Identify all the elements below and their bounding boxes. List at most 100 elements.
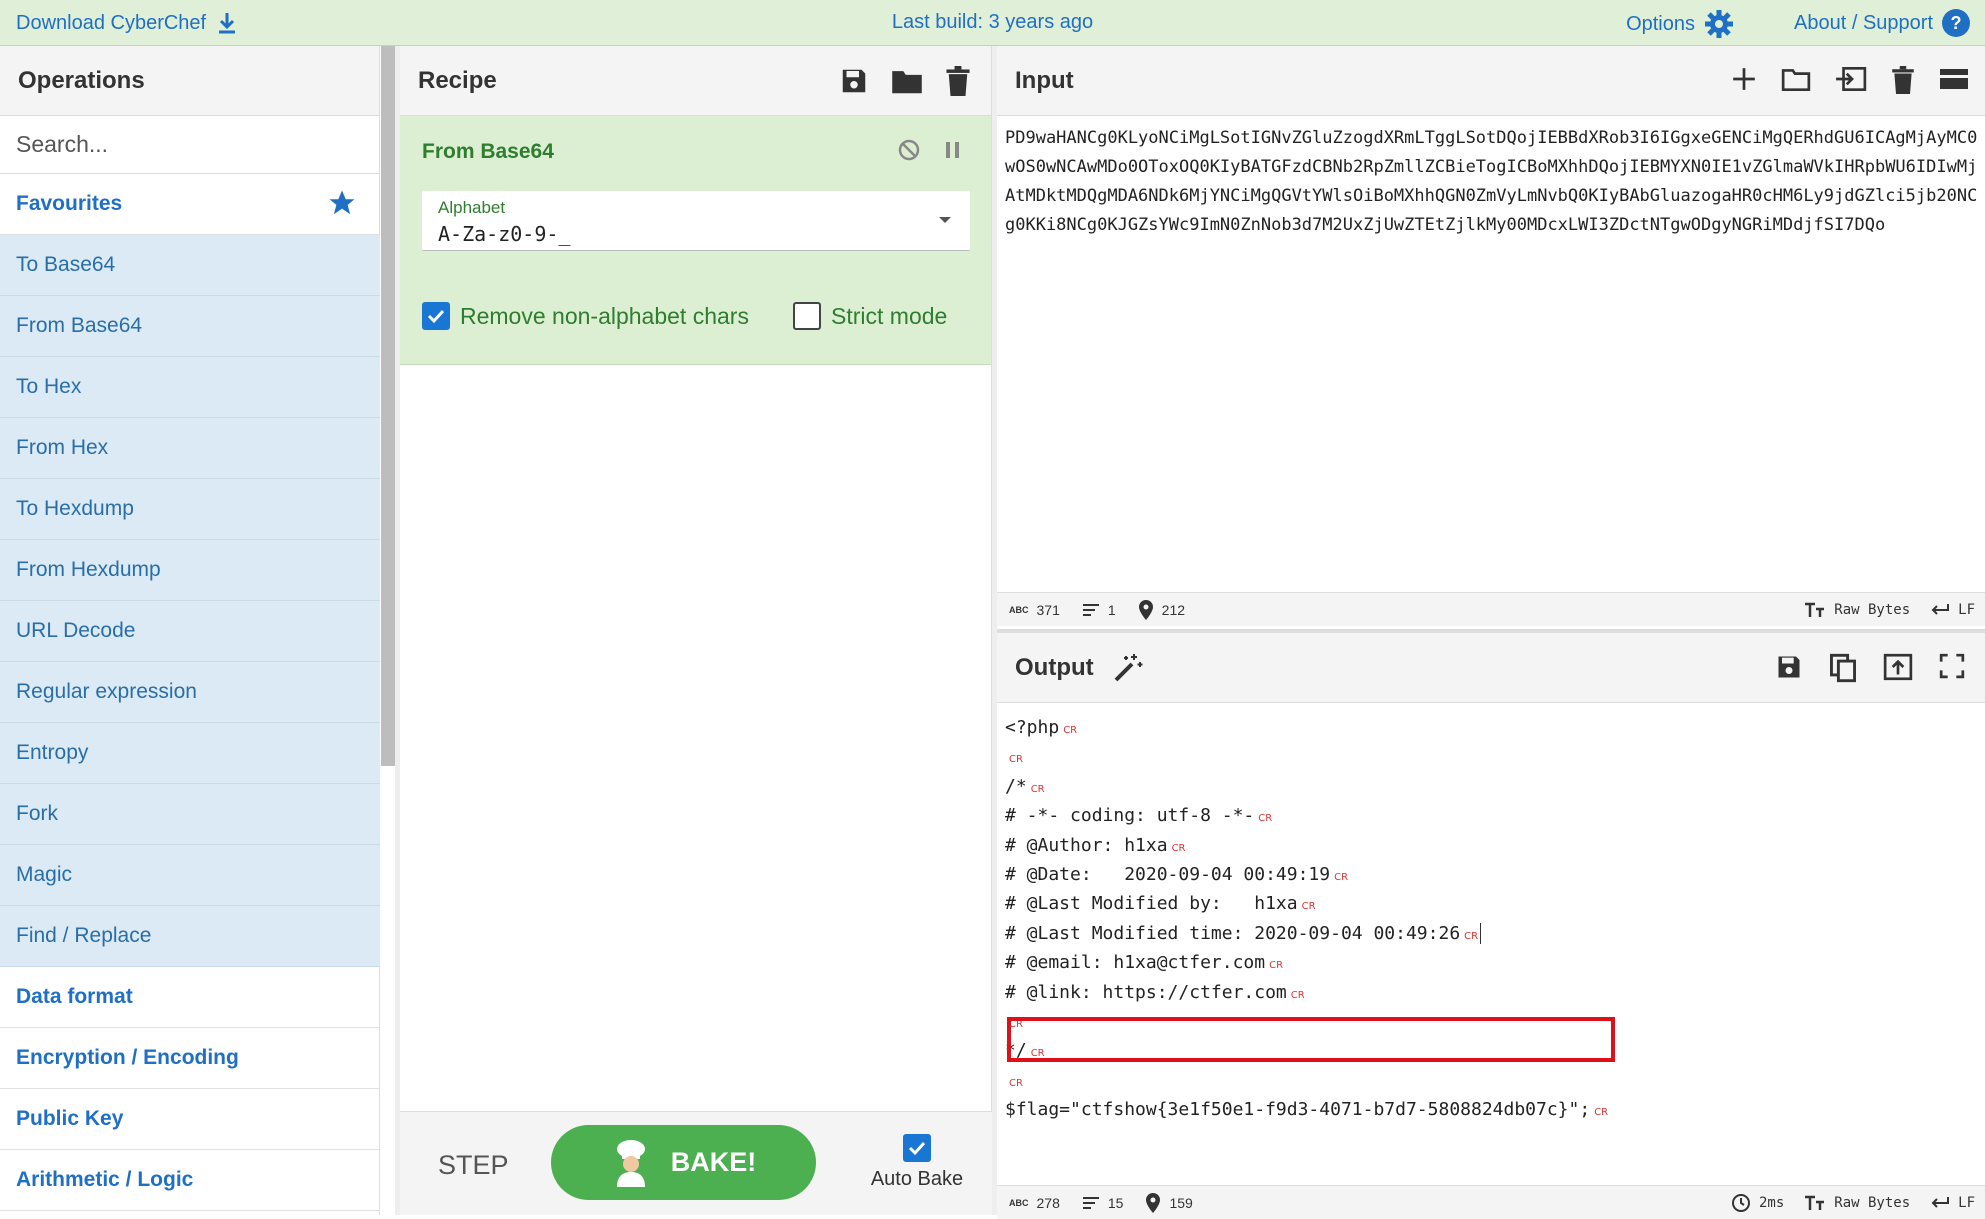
output-line: /* CR: [1005, 775, 1045, 797]
cr-marker: CR: [1464, 930, 1479, 942]
about-label: About / Support: [1794, 11, 1933, 34]
input-encoding: Raw Bytes: [1834, 601, 1911, 618]
output-lines: 15: [1107, 1194, 1124, 1211]
recipe-title: Recipe: [418, 66, 497, 94]
input-pane: Input PD9waHANCg0KLyoNCiMgLSotIGNvZGluZz…: [997, 46, 1985, 626]
open-folder-icon[interactable]: [1781, 66, 1811, 92]
cr-marker: CR: [1258, 813, 1273, 825]
input-encoding-button[interactable]: Raw Bytes: [1804, 602, 1910, 618]
save-output-icon[interactable]: [1775, 653, 1803, 681]
bake-button[interactable]: BAKE!: [551, 1125, 816, 1200]
category-data-format[interactable]: Data format: [0, 967, 379, 1028]
lines-icon: [1082, 1196, 1099, 1209]
operations-title: Operations: [0, 46, 379, 116]
op-regular-expression[interactable]: Regular expression: [0, 662, 380, 723]
recipe-operation-card[interactable]: From Base64 Alphabet A-Za-z0-9-_ Remove …: [400, 116, 991, 365]
output-line: # @link: https://ctfer.com CR: [1005, 981, 1305, 1003]
cr-marker: CR: [1030, 783, 1045, 795]
op-from-hexdump[interactable]: From Hexdump: [0, 540, 380, 601]
strict-mode-box: [793, 302, 821, 330]
output-line: # @Date: 2020-09-04 00:49:19 CR: [1005, 863, 1349, 885]
input-header: Input: [997, 46, 1985, 116]
ops-recipe-divider[interactable]: [395, 46, 400, 1215]
output-text[interactable]: <?php CR CR /* CR # -*- coding: utf-8 -*- C…: [1005, 713, 1608, 1124]
text-encoding-icon: [1805, 1195, 1825, 1210]
abc-length-icon: ABC: [1009, 1197, 1029, 1208]
download-cyberchef-link[interactable]: Download CyberChef: [16, 11, 238, 35]
cr-marker: CR: [1009, 754, 1023, 766]
alphabet-select[interactable]: Alphabet A-Za-z0-9-_: [422, 191, 970, 251]
download-icon: [219, 13, 236, 34]
cr-marker: CR: [1594, 1107, 1609, 1119]
output-eol-button[interactable]: LF: [1930, 1195, 1975, 1211]
output-header: Output: [997, 633, 1985, 703]
strict-mode-checkbox[interactable]: Strict mode: [793, 302, 947, 330]
op-find-replace[interactable]: Find / Replace: [0, 906, 380, 967]
save-recipe-icon[interactable]: [839, 66, 869, 96]
bake-label: BAKE!: [670, 1147, 757, 1177]
auto-bake-check-icon: [903, 1134, 931, 1162]
download-label: Download CyberChef: [16, 11, 207, 34]
output-line: CR: [1005, 1066, 1608, 1095]
auto-bake-checkbox[interactable]: Auto Bake: [862, 1134, 972, 1191]
cr-marker: CR: [1269, 960, 1284, 972]
load-recipe-folder-icon[interactable]: [891, 66, 923, 96]
clear-recipe-trash-icon[interactable]: [945, 66, 971, 96]
cr-marker: CR: [1171, 842, 1186, 854]
category-encryption-encoding[interactable]: Encryption / Encoding: [0, 1028, 379, 1089]
op-fork[interactable]: Fork: [0, 784, 380, 845]
output-line: # -*- coding: utf-8 -*- CR: [1005, 805, 1273, 827]
pause-operation-icon[interactable]: [943, 138, 963, 162]
alphabet-label: Alphabet: [438, 198, 506, 217]
io-panel: Input PD9waHANCg0KLyoNCiMgLSotIGNvZGluZz…: [997, 46, 1985, 1219]
operations-search-input[interactable]: Search...: [0, 116, 379, 174]
clear-input-trash-icon[interactable]: [1891, 66, 1915, 94]
output-length: 278: [1036, 1194, 1060, 1211]
output-line: # @email: h1xa@ctfer.com CR: [1005, 952, 1284, 974]
output-line: # @Last Modified time: 2020-09-04 00:49:…: [1005, 919, 1608, 948]
output-time: 2ms: [1758, 1194, 1785, 1211]
category-arithmetic-logic[interactable]: Arithmetic / Logic: [0, 1150, 379, 1211]
input-statusbar: ABC 371 1 212 Raw Bytes LF: [997, 592, 1985, 626]
input-textarea[interactable]: PD9waHANCg0KLyoNCiMgLSotIGNvZGluZzogdXRm…: [1005, 124, 1980, 240]
output-encoding-button[interactable]: Raw Bytes: [1804, 1195, 1910, 1211]
replace-input-with-output-icon[interactable]: [1883, 653, 1913, 681]
recipe-header: Recipe: [400, 46, 991, 116]
options-button[interactable]: Options: [1626, 8, 1735, 40]
position-pin-icon: [1138, 599, 1153, 620]
magic-wand-icon[interactable]: [1112, 652, 1144, 684]
maximise-output-icon[interactable]: [1939, 653, 1965, 679]
top-banner: Last build: 3 years ago Download CyberCh…: [0, 0, 1985, 46]
input-eol-button[interactable]: LF: [1930, 602, 1975, 618]
favourites-label: Favourites: [16, 192, 123, 215]
abc-length-icon: ABC: [1009, 604, 1029, 615]
category-public-key[interactable]: Public Key: [0, 1089, 379, 1150]
op-url-decode[interactable]: URL Decode: [0, 601, 380, 662]
recipe-panel: Recipe From Base64 Alphabet A-Za-z0-9-_ …: [400, 46, 992, 1215]
op-from-base64[interactable]: From Base64: [0, 296, 380, 357]
input-length: 371: [1036, 601, 1060, 618]
op-entropy[interactable]: Entropy: [0, 723, 380, 784]
add-tab-plus-icon[interactable]: [1731, 66, 1757, 92]
copy-output-icon[interactable]: [1829, 653, 1857, 683]
text-encoding-icon: [1805, 602, 1825, 617]
op-from-hex[interactable]: From Hex: [0, 418, 380, 479]
step-button[interactable]: STEP: [438, 1150, 509, 1181]
auto-bake-label: Auto Bake: [870, 1168, 964, 1190]
star-icon[interactable]: [327, 188, 357, 218]
op-to-base64[interactable]: To Base64: [0, 235, 380, 296]
about-support-button[interactable]: About / Support ?: [1794, 8, 1971, 38]
output-title: Output: [1015, 653, 1094, 681]
op-to-hex[interactable]: To Hex: [0, 357, 380, 418]
output-line-flag: $flag="ctfshow{3e1f50e1-f9d3-4071-b7d7-5…: [1005, 1099, 1609, 1121]
operations-scrollbar[interactable]: [381, 46, 395, 766]
reset-layout-icon[interactable]: [1939, 66, 1969, 92]
open-file-icon[interactable]: [1835, 66, 1867, 92]
output-eol: LF: [1958, 1194, 1975, 1211]
remove-nonalphabet-checkbox[interactable]: Remove non-alphabet chars: [422, 302, 749, 330]
output-line: CR: [1005, 742, 1608, 771]
disable-operation-icon[interactable]: [897, 138, 921, 162]
op-magic[interactable]: Magic: [0, 845, 380, 906]
op-to-hexdump[interactable]: To Hexdump: [0, 479, 380, 540]
category-favourites[interactable]: Favourites: [0, 174, 379, 235]
